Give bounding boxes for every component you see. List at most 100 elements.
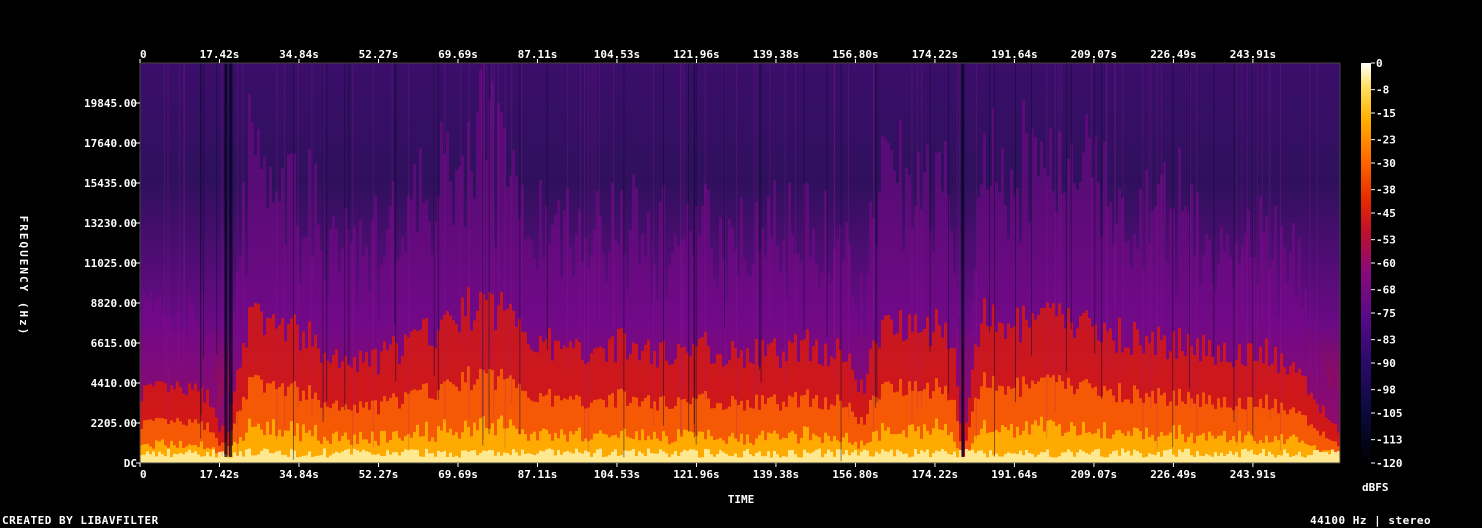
spectrogram-column (1145, 456, 1148, 463)
spectrogram-column (449, 452, 452, 463)
spectrogram-column (383, 257, 386, 342)
spectrogram-column (689, 230, 692, 357)
spectrogram-streak (322, 63, 324, 422)
colorbar-tick-label: -98 (1376, 384, 1396, 397)
spectrogram-column (689, 449, 692, 463)
spectrogram-column (1235, 452, 1238, 463)
spectrogram-column (1067, 449, 1070, 463)
spectrogram-column (500, 455, 503, 463)
spectrogram-column (1139, 188, 1142, 346)
spectrogram-column (1196, 451, 1199, 463)
colorbar-gradient (1361, 63, 1371, 463)
spectrogram-column (725, 453, 728, 463)
spectrogram-column (452, 456, 455, 463)
spectrogram-column (413, 164, 416, 330)
spectrogram-column (257, 454, 260, 463)
spectrogram-column (197, 454, 200, 463)
spectrogram-column (1226, 233, 1229, 362)
spectrogram-column (377, 319, 380, 375)
spectrogram-column (701, 205, 704, 338)
spectrogram-streak (1309, 63, 1311, 373)
spectrogram-column (155, 456, 158, 463)
spectrogram-column (212, 334, 215, 408)
spectrogram-column (1022, 455, 1025, 463)
spectrogram-column (1157, 451, 1160, 463)
spectrogram-column (1109, 453, 1112, 463)
spectrogram-column (1052, 421, 1055, 463)
spectrogram-column (539, 450, 542, 463)
spectrogram-column (677, 245, 680, 344)
spectrogram-column (467, 451, 470, 463)
spectrogram-column (1289, 252, 1292, 366)
spectrogram-column (575, 233, 578, 339)
spectrogram-column (602, 253, 605, 349)
spectrogram-column (1169, 448, 1172, 463)
spectrogram-column (152, 451, 155, 463)
spectrogram-column (1037, 454, 1040, 463)
spectrogram-streak (959, 63, 961, 317)
spectrogram-column (1064, 452, 1067, 463)
spectrogram-streak (594, 63, 596, 319)
spectrogram-column (386, 229, 389, 351)
spectrogram-streak (1046, 63, 1048, 439)
spectrogram-streak (276, 63, 278, 441)
spectrogram-streak (490, 63, 492, 363)
spectrogram-column (1274, 457, 1277, 463)
spectrogram-column (572, 453, 575, 463)
spectrogram-column (563, 210, 566, 346)
spectrogram-column (1169, 208, 1172, 352)
spectrogram-column (1292, 455, 1295, 463)
spectrogram-column (950, 454, 953, 463)
spectrogram-column (365, 246, 368, 353)
spectrogram-column (980, 184, 983, 324)
spectrogram-streak (1269, 63, 1271, 422)
spectrogram-column (950, 230, 953, 349)
spectrogram-streak (511, 63, 513, 404)
spectrogram-streak (1114, 63, 1116, 392)
spectrogram-column (938, 451, 941, 463)
spectrogram-column (1268, 451, 1271, 463)
spectrogram-column (527, 453, 530, 463)
spectrogram-column (1328, 454, 1331, 463)
spectrogram-column (1160, 456, 1163, 463)
x-tick-label: 104.53s (594, 48, 640, 61)
spectrogram-column (668, 265, 671, 365)
spectrogram-column (593, 452, 596, 463)
spectrogram-column (410, 449, 413, 463)
spectrogram-streak (759, 63, 761, 371)
spectrogram-column (779, 271, 782, 369)
spectrogram-column (380, 455, 383, 463)
spectrogram-column (311, 457, 314, 463)
spectrogram-column (641, 233, 644, 351)
spectrogram-column (515, 452, 518, 463)
spectrogram-column (194, 451, 197, 463)
spectrogram-column (425, 448, 428, 463)
spectrogram-column (812, 228, 815, 347)
spectrogram-column (881, 449, 884, 463)
spectrogram-column (422, 456, 425, 463)
spectrogram-column (701, 457, 704, 463)
spectrogram-column (290, 449, 293, 463)
spectrogram-column (242, 456, 245, 463)
spectrogram-column (1007, 452, 1010, 463)
spectrogram-column (932, 453, 935, 463)
colorbar-tick-label: -75 (1376, 307, 1396, 320)
spectrogram-column (497, 451, 500, 463)
spectrogram-column (1259, 453, 1262, 463)
spectrogram-column (800, 262, 803, 341)
spectrogram-column (524, 240, 527, 333)
spectrogram-column (572, 276, 575, 348)
x-axis-bottom: 0 17.42s 34.84s 52.27s 69.69s 87.11s 104.53s 12… (139, 463, 1276, 481)
spectrogram-column (824, 190, 827, 344)
spectrogram-column (899, 119, 902, 311)
spectrogram-column (896, 449, 899, 463)
spectrogram-streak (1065, 63, 1067, 372)
spectrogram-column (431, 254, 434, 347)
spectrogram-column (476, 455, 479, 463)
spectrogram-column (971, 449, 974, 463)
spectrogram-column (446, 131, 449, 312)
spectrogram-column (707, 189, 710, 347)
spectrogram-streak (989, 63, 991, 333)
spectrogram-column (1274, 205, 1277, 347)
spectrogram-streak (1268, 63, 1270, 359)
